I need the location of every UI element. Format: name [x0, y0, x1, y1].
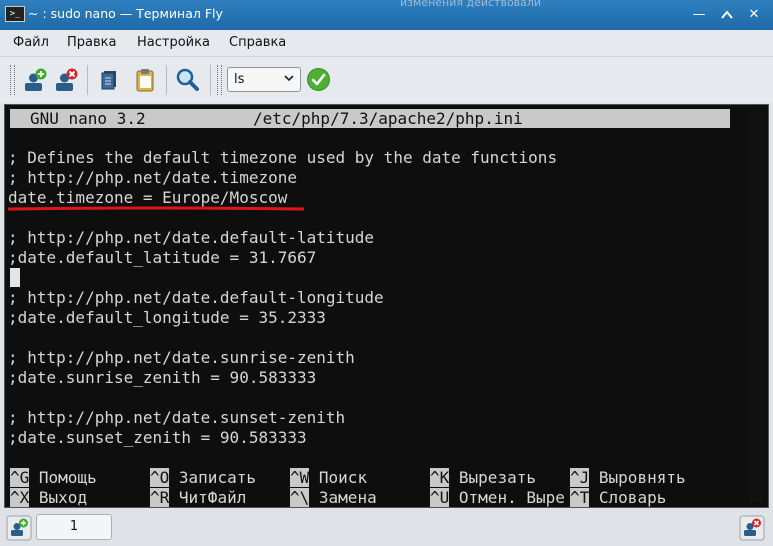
new-session-button[interactable]: [22, 66, 50, 94]
editor-line: ; http://php.net/date.sunrise-zenith: [8, 348, 355, 367]
add-user-icon: [25, 68, 47, 91]
editor-line: ; Defines the default timezone used by t…: [8, 148, 558, 167]
find-button[interactable]: [173, 66, 201, 94]
paste-button[interactable]: [131, 66, 159, 94]
editor-line: ; http://php.net/date.default-latitude: [8, 228, 375, 247]
terminal-icon: >_: [5, 6, 25, 22]
editor-line: ;date.default_longitude = 35.2333: [8, 308, 326, 327]
clipboard-icon: [136, 69, 154, 92]
command-select[interactable]: ls: [227, 67, 301, 92]
editor-line: ; http://php.net/date.default-longitude: [8, 288, 384, 307]
add-tab-icon: [6, 515, 32, 541]
editor-line: ; http://php.net/date.timezone: [8, 168, 297, 187]
terminal-scrollbar[interactable]: [749, 110, 763, 502]
remove-user-icon: [56, 68, 78, 91]
nano-version: GNU nano 3.2: [30, 109, 146, 128]
toolbar: ls: [0, 57, 773, 103]
minimize-icon[interactable]: —: [690, 6, 708, 23]
menu-bar: Файл Правка Настройка Справка: [0, 30, 773, 57]
window-titlebar[interactable]: >_ ~ : sudo nano — Терминал Fly изменени…: [0, 0, 773, 30]
red-underline-annotation: [8, 206, 304, 211]
shortcut-read-file: ^R ЧитФайл: [150, 488, 247, 507]
copy-button[interactable]: [96, 66, 124, 94]
search-icon: [176, 68, 199, 91]
run-command-button[interactable]: [307, 68, 330, 91]
checkmark-icon: [311, 73, 326, 86]
menu-file[interactable]: Файл: [13, 35, 49, 50]
close-icon[interactable]: ✕: [745, 6, 763, 23]
menu-settings[interactable]: Настройка: [137, 35, 210, 50]
editor-line: ;date.default_latitude = 31.7667: [8, 248, 317, 267]
nano-file-path: /etc/php/7.3/apache2/php.ini: [253, 109, 523, 128]
shortcut-uncut: ^U Отмен. Выре: [430, 488, 565, 507]
shortcut-replace: ^\ Замена: [290, 488, 377, 507]
tab-1[interactable]: 1: [36, 514, 112, 540]
new-tab-button[interactable]: [6, 515, 32, 541]
editor-line: ;date.sunset_zenith = 90.583333: [8, 428, 307, 447]
toolbar-grip[interactable]: [217, 65, 222, 95]
menu-help[interactable]: Справка: [229, 35, 286, 50]
bottom-tab-bar: 1: [0, 510, 773, 546]
shortcut-write: ^O Записать: [150, 468, 256, 487]
menu-edit[interactable]: Правка: [67, 35, 116, 50]
toolbar-grip[interactable]: [10, 65, 15, 95]
shortcut-help: ^G Помощь: [10, 468, 97, 487]
close-session-button[interactable]: [53, 66, 81, 94]
nano-header: GNU nano 3.2 /etc/php/7.3/apache2/php.in…: [10, 109, 730, 128]
editor-line-timezone: date.timezone = Europe/Moscow: [8, 188, 288, 207]
chevron-down-icon: [283, 71, 295, 88]
shortcut-search: ^W Поиск: [290, 468, 368, 487]
close-tab-button[interactable]: [739, 515, 765, 541]
text-cursor: [10, 268, 20, 287]
shortcut-spell: ^T Словарь: [570, 488, 667, 507]
maximize-icon[interactable]: [718, 6, 736, 23]
editor-line: ; http://php.net/date.sunset-zenith: [8, 408, 346, 427]
copy-icon: [101, 71, 116, 90]
close-tab-icon: [739, 515, 765, 541]
command-select-value: ls: [234, 72, 245, 87]
toolbar-separator: [87, 65, 88, 95]
window-title: ~ : sudo nano — Терминал Fly: [28, 6, 223, 21]
shortcut-justify: ^J Выровнять: [570, 468, 686, 487]
toolbar-separator: [210, 65, 211, 95]
editor-line: ;date.sunrise_zenith = 90.583333: [8, 368, 317, 387]
shortcut-exit: ^X Выход: [10, 488, 88, 507]
shortcut-cut: ^K Вырезать: [430, 468, 536, 487]
toolbar-separator: [166, 65, 167, 95]
